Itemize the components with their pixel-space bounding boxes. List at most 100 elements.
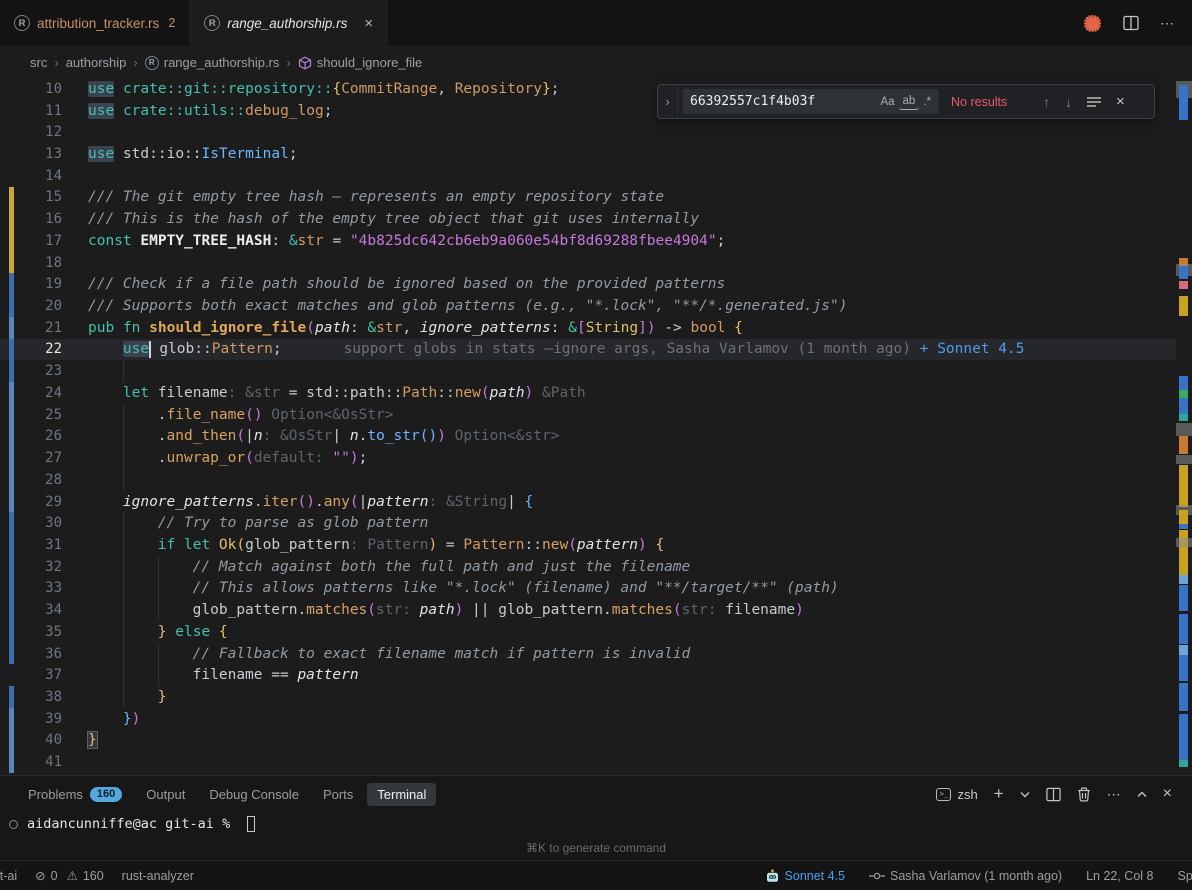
ai-model-item[interactable]: Sonnet 4.5 (765, 869, 845, 883)
ruler-mark (1179, 655, 1188, 681)
line-number: 24 (14, 385, 62, 401)
regex-icon[interactable]: .* (919, 94, 935, 110)
cursor-position-item[interactable]: Ln 22, Col 8 (1086, 869, 1153, 883)
code-line[interactable]: 13use std::io::IsTerminal; (0, 143, 1192, 165)
tab-close-icon[interactable]: × (364, 15, 373, 32)
git-branch-item[interactable]: it-ai (0, 869, 17, 883)
code-line[interactable]: 35} else { (0, 621, 1192, 643)
code-line[interactable]: 15/// The git empty tree hash — represen… (0, 187, 1192, 209)
line-number: 30 (14, 515, 62, 531)
ruler-mark (1179, 436, 1188, 454)
line-number: 32 (14, 559, 62, 575)
code-line[interactable]: 40} (0, 730, 1192, 752)
code-line[interactable]: 16/// This is the hash of the empty tree… (0, 208, 1192, 230)
find-previous-icon[interactable]: ↑ (1043, 94, 1050, 110)
indentation-item[interactable]: Spac (1178, 869, 1192, 883)
line-number: 18 (14, 255, 62, 271)
tab-attribution-tracker[interactable]: R attribution_tracker.rs 2 (0, 0, 190, 46)
find-next-icon[interactable]: ↓ (1065, 94, 1072, 110)
close-panel-icon[interactable]: × (1163, 785, 1172, 803)
panel-tab-problems[interactable]: Problems 160 (18, 783, 132, 806)
breadcrumb-src[interactable]: src (30, 55, 47, 70)
code-line[interactable]: 32// Match against both the full path an… (0, 556, 1192, 578)
code-line[interactable]: 30// Try to parse as glob pattern (0, 512, 1192, 534)
find-toggle-replace-icon[interactable]: › (658, 85, 678, 118)
split-terminal-icon[interactable] (1046, 787, 1061, 802)
panel-tab-debug-console[interactable]: Debug Console (199, 783, 309, 806)
code-line[interactable]: 31if let Ok(glob_pattern: Pattern) = Pat… (0, 534, 1192, 556)
code-line[interactable]: 39}) (0, 708, 1192, 730)
line-number: 22 (14, 341, 62, 357)
line-number: 38 (14, 689, 62, 705)
breadcrumb-file[interactable]: R range_authorship.rs (145, 55, 280, 70)
panel-tab-ports[interactable]: Ports (313, 783, 363, 806)
lsp-status[interactable]: rust-analyzer (122, 869, 194, 883)
problems-count-badge: 160 (90, 787, 122, 802)
panel-more-icon[interactable]: ⋯ (1107, 786, 1121, 803)
line-number: 34 (14, 602, 62, 618)
code-line[interactable]: 33// This allows patterns like "*.lock" … (0, 578, 1192, 600)
ruler-mark (1179, 714, 1188, 760)
code-line[interactable]: 25.file_name() Option<&OsStr> (0, 404, 1192, 426)
code-line[interactable]: 17const EMPTY_TREE_HASH: &str = "4b825dc… (0, 230, 1192, 252)
symbol-cube-icon (298, 56, 312, 70)
more-actions-icon[interactable]: ⋯ (1160, 15, 1174, 32)
find-in-selection-icon[interactable] (1087, 96, 1101, 108)
panel-tab-terminal[interactable]: Terminal (367, 783, 436, 806)
line-number: 16 (14, 211, 62, 227)
line-number: 37 (14, 667, 62, 683)
whole-word-icon[interactable]: ab (899, 93, 920, 110)
overview-ruler[interactable] (1176, 78, 1192, 775)
breadcrumb-authorship[interactable]: authorship (66, 55, 127, 70)
find-close-icon[interactable]: × (1116, 93, 1125, 110)
terminal-dropdown-icon[interactable] (1020, 791, 1030, 798)
code-line[interactable]: 18 (0, 252, 1192, 274)
code-line[interactable]: 34glob_pattern.matches(str: path) || glo… (0, 599, 1192, 621)
split-editor-icon[interactable] (1123, 15, 1139, 31)
tab-range-authorship[interactable]: R range_authorship.rs × (190, 0, 388, 46)
tab-problem-count: 2 (168, 16, 175, 30)
kill-terminal-trash-icon[interactable] (1077, 787, 1091, 802)
breadcrumb-symbol[interactable]: should_ignore_file (298, 55, 423, 70)
code-line[interactable]: 28 (0, 469, 1192, 491)
code-line[interactable]: 38} (0, 686, 1192, 708)
find-results-status: No results (951, 95, 1039, 109)
code-editor[interactable]: 10use crate::git::repository::{CommitRan… (0, 78, 1192, 775)
code-line[interactable]: 24let filename: &str = std::path::Path::… (0, 382, 1192, 404)
ruler-mark (1179, 683, 1188, 711)
tab-label: attribution_tracker.rs (37, 16, 159, 31)
line-number: 19 (14, 276, 62, 292)
match-case-icon[interactable]: Aa (876, 94, 898, 110)
find-input[interactable] (690, 94, 876, 109)
code-line[interactable]: 20/// Supports both exact matches and gl… (0, 295, 1192, 317)
robot-icon (765, 869, 780, 883)
code-line[interactable]: 29ignore_patterns.iter().any(|pattern: &… (0, 491, 1192, 513)
errors-icon: ⊘ (35, 868, 45, 883)
maximize-panel-icon[interactable] (1137, 791, 1147, 798)
shell-selector[interactable]: >_ zsh (936, 787, 977, 802)
code-line[interactable]: 27.unwrap_or(default: ""); (0, 447, 1192, 469)
new-terminal-icon[interactable]: + (994, 784, 1004, 804)
code-line[interactable]: 41 (0, 751, 1192, 773)
code-line[interactable]: 19/// Check if a file path should be ign… (0, 273, 1192, 295)
problems-summary[interactable]: ⊘ 0 ⚠ 160 (35, 868, 104, 883)
code-lines: 10use crate::git::repository::{CommitRan… (0, 78, 1192, 773)
git-blame-item[interactable]: Sasha Varlamov (1 month ago) (869, 869, 1062, 883)
code-line[interactable]: 12 (0, 121, 1192, 143)
code-line[interactable]: 26.and_then(|n: &OsStr| n.to_str()) Opti… (0, 426, 1192, 448)
ruler-mark (1179, 390, 1188, 398)
commit-icon (869, 871, 885, 881)
code-line[interactable]: 22use glob::Pattern;support globs in sta… (0, 339, 1192, 361)
code-line[interactable]: 21pub fn should_ignore_file(path: &str, … (0, 317, 1192, 339)
panel-tab-output[interactable]: Output (136, 783, 195, 806)
terminal-prompt-line[interactable]: aidancunniffe@ac git-ai % (0, 816, 1192, 832)
claude-starburst-icon[interactable] (1083, 14, 1102, 33)
code-line[interactable]: 36// Fallback to exact filename match if… (0, 643, 1192, 665)
status-bar: it-ai ⊘ 0 ⚠ 160 rust-analyzer Sonnet 4.5… (0, 860, 1192, 890)
code-line[interactable]: 37filename == pattern (0, 664, 1192, 686)
line-number: 20 (14, 298, 62, 314)
code-line[interactable]: 23 (0, 360, 1192, 382)
code-line[interactable]: 14 (0, 165, 1192, 187)
find-nav: ↑ ↓ × (1043, 93, 1125, 110)
line-number: 12 (14, 124, 62, 140)
